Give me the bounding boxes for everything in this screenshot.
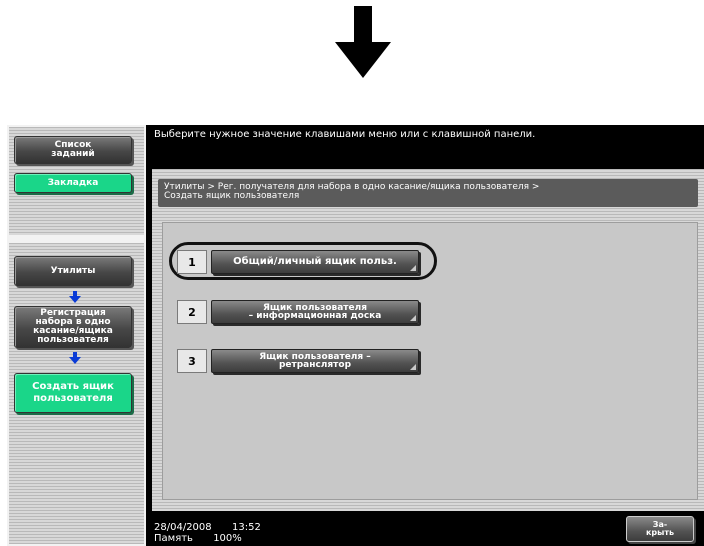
bookmark-button[interactable]: Закладка <box>14 173 132 193</box>
option-number: 2 <box>177 300 207 324</box>
corner-mark <box>410 315 416 321</box>
down-arrow-icon <box>69 291 81 303</box>
option-number: 1 <box>177 250 207 274</box>
option-number: 3 <box>177 349 207 373</box>
option-label: Общий/личный ящик польз. <box>233 256 397 267</box>
close-button[interactable]: За- крыть <box>626 516 694 542</box>
down-arrow-icon <box>69 352 81 364</box>
utilities-button[interactable]: Утилиты <box>14 256 132 286</box>
option-label: Ящик пользователя – ретранслятор <box>259 352 371 370</box>
options-area: 1 Общий/личный ящик польз. 2 Ящик пользо… <box>162 222 698 500</box>
status-date: 28/04/2008 <box>154 522 212 533</box>
corner-mark <box>410 265 416 271</box>
corner-mark <box>410 364 416 370</box>
instruction-message: Выберите нужное значение клавишами меню … <box>154 129 536 140</box>
status-bar: 28/04/2008 13:52 Память 100% <box>154 522 261 544</box>
common-personal-box-button[interactable]: Общий/личный ящик польз. <box>211 250 419 274</box>
create-user-box-button[interactable]: Создать ящик пользователя <box>14 373 132 413</box>
sidebar-bottom-panel: Утилиты Регистрация набора в одно касани… <box>9 243 144 544</box>
breadcrumb: Утилиты > Рег. получателя для набора в о… <box>158 179 698 207</box>
status-time: 13:52 <box>232 522 261 533</box>
registration-button[interactable]: Регистрация набора в одно касание/ящика … <box>14 306 132 348</box>
sidebar-top-panel: Список заданий Закладка <box>9 127 144 235</box>
bulletin-board-box-button[interactable]: Ящик пользователя – информационная доска <box>211 300 419 324</box>
down-arrow-icon <box>335 6 391 78</box>
left-sidebar: Список заданий Закладка Утилиты Регистра… <box>7 125 146 546</box>
main-panel: Утилиты > Рег. получателя для набора в о… <box>152 169 704 511</box>
relay-box-button[interactable]: Ящик пользователя – ретранслятор <box>211 349 419 373</box>
job-list-button[interactable]: Список заданий <box>14 136 132 164</box>
option-label: Ящик пользователя – информационная доска <box>248 303 382 321</box>
memory-label: Память <box>154 533 193 544</box>
memory-value: 100% <box>213 533 242 544</box>
device-screen: Список заданий Закладка Утилиты Регистра… <box>7 125 704 546</box>
